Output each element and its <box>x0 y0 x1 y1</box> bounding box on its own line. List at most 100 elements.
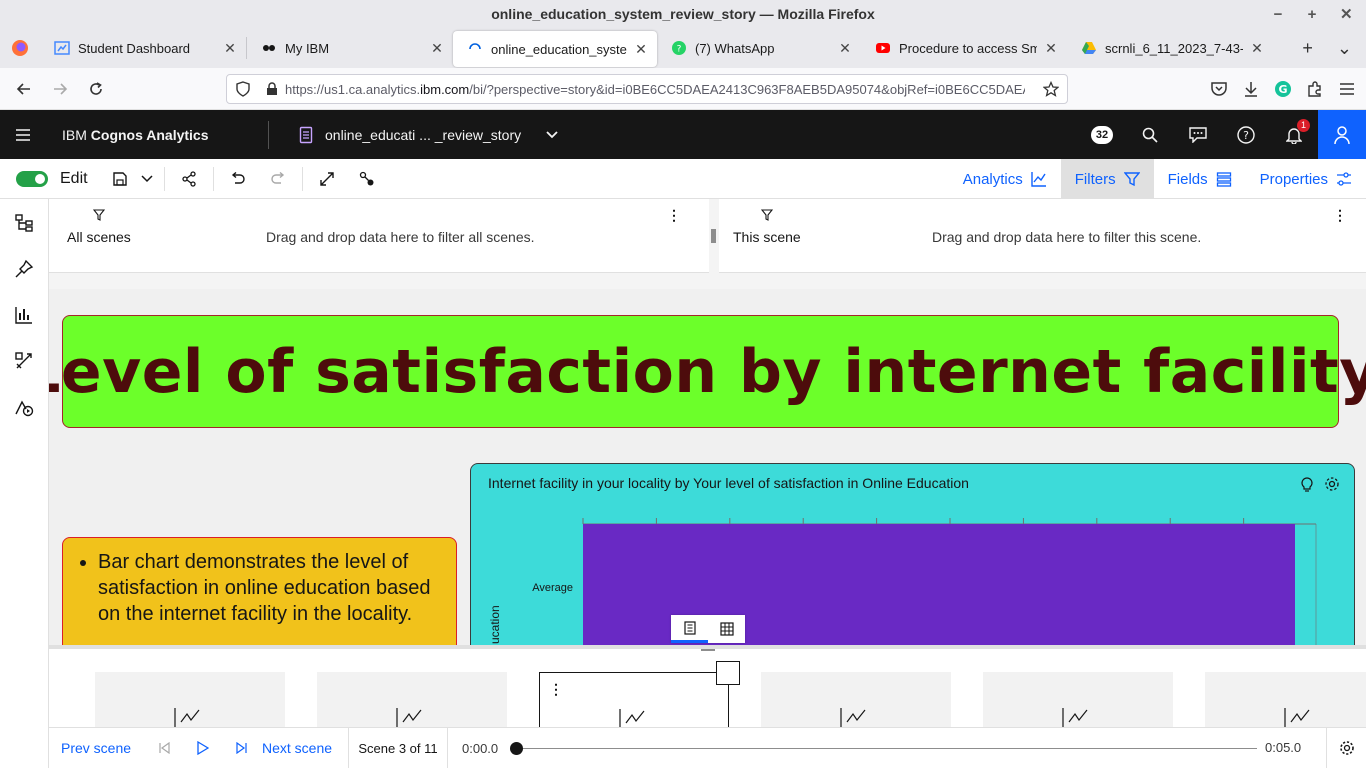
prev-scene-button[interactable]: Prev scene <box>49 740 144 756</box>
new-tab-button[interactable]: + <box>1302 38 1313 59</box>
expand-icon[interactable] <box>716 661 808 711</box>
search-button[interactable] <box>1126 110 1174 159</box>
tab-whatsapp[interactable]: ? (7) WhatsApp ✕ <box>657 28 861 68</box>
thumbnail-menu-icon[interactable]: ⋮ <box>549 681 563 698</box>
extensions-icon[interactable] <box>1306 80 1324 98</box>
hierarchy-icon[interactable] <box>14 213 34 233</box>
notifications-button[interactable]: 1 <box>1270 110 1318 159</box>
filters-tab[interactable]: Filters <box>1060 159 1154 199</box>
redo-button[interactable] <box>258 159 298 199</box>
scene-thumbnail[interactable] <box>95 672 285 727</box>
chevron-down-icon[interactable] <box>545 130 559 140</box>
close-tab-icon[interactable]: ✕ <box>429 40 445 57</box>
timeline-playhead[interactable] <box>510 742 523 755</box>
scene-thumbnail[interactable] <box>317 672 507 727</box>
tab-online-education-story[interactable]: online_education_system_r ✕ <box>453 31 657 67</box>
forward-button[interactable] <box>42 73 78 105</box>
filter-icon <box>1123 172 1140 187</box>
help-button[interactable]: ? <box>1222 110 1270 159</box>
navigation-path-button[interactable] <box>347 159 387 199</box>
maximize-button[interactable]: + <box>1306 6 1318 23</box>
lightbulb-icon[interactable] <box>1300 476 1314 492</box>
play-icon[interactable] <box>184 741 222 755</box>
user-profile-button[interactable] <box>1318 110 1366 159</box>
scene-thumbnail[interactable] <box>983 672 1173 727</box>
scene-thumbnail[interactable] <box>1205 672 1366 727</box>
grammarly-icon[interactable]: G <box>1274 80 1292 98</box>
pocket-icon[interactable] <box>1210 81 1228 97</box>
playback-bar: Prev scene Next scene Scene 3 of 11 0:00… <box>49 727 1366 768</box>
counter-button[interactable]: 32 <box>1078 110 1126 159</box>
overflow-menu-icon[interactable]: ⋮ <box>1333 207 1347 224</box>
gear-icon[interactable] <box>1339 740 1355 756</box>
properties-tab[interactable]: Properties <box>1246 159 1366 199</box>
visualizations-icon[interactable] <box>14 305 34 325</box>
strip-resize-handle[interactable] <box>701 649 715 651</box>
bookmark-star-icon[interactable] <box>1043 81 1059 97</box>
timeline-track[interactable] <box>517 748 1257 749</box>
scene-thumbnail[interactable]: ⋮ <box>539 661 808 727</box>
this-scene-filter-panel[interactable]: This scene Drag and drop data here to fi… <box>719 199 1366 273</box>
all-scenes-filter-panel[interactable]: All scenes Drag and drop data here to fi… <box>49 199 709 273</box>
expand-icon <box>319 171 334 186</box>
widgets-icon[interactable] <box>14 351 34 371</box>
list-all-tabs-button[interactable]: ⌄ <box>1337 38 1352 59</box>
tab-google-drive[interactable]: scrnli_6_11_2023_7-43-00 P ✕ <box>1067 28 1273 68</box>
back-button[interactable] <box>6 73 42 105</box>
overflow-menu-icon[interactable]: ⋮ <box>667 207 681 224</box>
tab-youtube-procedure[interactable]: Procedure to access Smart ✕ <box>861 28 1067 68</box>
scene-chart-icon <box>1284 708 1310 727</box>
fields-tab[interactable]: Fields <box>1154 159 1246 199</box>
share-button[interactable] <box>169 159 209 199</box>
skip-forward-icon[interactable] <box>222 742 262 754</box>
app-menu-icon[interactable] <box>1338 81 1356 97</box>
reload-button[interactable] <box>78 73 114 105</box>
browser-tab-bar: Student Dashboard ✕ My IBM ✕ online_educ… <box>0 28 1366 68</box>
pin-icon[interactable] <box>14 259 34 279</box>
product-brand: IBM Cognos Analytics <box>46 127 268 143</box>
edit-mode-toggle[interactable] <box>16 170 48 187</box>
next-scene-button[interactable]: Next scene <box>262 740 348 756</box>
document-switcher[interactable]: online_educati ... _review_story <box>269 126 559 144</box>
tab-my-ibm[interactable]: My IBM ✕ <box>247 28 453 68</box>
tab-label: Student Dashboard <box>78 40 191 56</box>
description-card[interactable]: Bar chart demonstrates the level of sati… <box>62 537 457 645</box>
fullscreen-button[interactable] <box>307 159 347 199</box>
save-options-button[interactable] <box>134 159 160 199</box>
scene-thumbnail[interactable] <box>761 672 951 727</box>
shield-icon[interactable] <box>227 81 259 97</box>
save-button[interactable] <box>106 159 134 199</box>
chat-button[interactable] <box>1174 110 1222 159</box>
minimize-button[interactable]: − <box>1272 6 1284 23</box>
undo-button[interactable] <box>218 159 258 199</box>
notebook-icon <box>683 620 696 635</box>
close-window-button[interactable]: ✕ <box>1340 5 1353 23</box>
firefox-logo-icon[interactable] <box>0 28 40 68</box>
settings-icon[interactable] <box>1324 476 1340 492</box>
close-tab-icon[interactable]: ✕ <box>222 40 238 57</box>
scene-title-card[interactable]: Level of satisfaction by internet facili… <box>49 315 1366 428</box>
redo-icon <box>270 171 284 184</box>
header-actions: 32 ? 1 <box>1078 110 1366 159</box>
downloads-icon[interactable] <box>1242 80 1260 98</box>
bar-chart-widget[interactable]: Average ucation Internet facility in your… <box>470 463 1355 645</box>
filter-panel-splitter[interactable] <box>709 199 719 273</box>
splitter-handle[interactable] <box>711 229 716 243</box>
analytics-tab[interactable]: Analytics <box>949 159 1061 199</box>
skip-back-icon[interactable] <box>144 742 184 754</box>
close-tab-icon[interactable]: ✕ <box>1249 40 1265 57</box>
close-tab-icon[interactable]: ✕ <box>837 40 853 57</box>
url-domain: ibm.com <box>420 81 470 97</box>
bottom-divider <box>447 728 448 768</box>
close-tab-icon[interactable]: ✕ <box>633 41 649 58</box>
this-scene-drop-hint: Drag and drop data here to filter this s… <box>932 229 1202 245</box>
table-view-button[interactable] <box>708 615 745 643</box>
close-tab-icon[interactable]: ✕ <box>1043 40 1059 57</box>
address-bar[interactable]: https://us1.ca.analytics.ibm.com/bi/?per… <box>226 74 1068 104</box>
chart-view-button[interactable] <box>671 615 708 643</box>
media-icon[interactable] <box>14 397 34 417</box>
chart-view-toggle <box>671 615 745 643</box>
hamburger-menu-icon[interactable] <box>0 128 46 142</box>
lock-icon[interactable] <box>259 82 285 96</box>
tab-student-dashboard[interactable]: Student Dashboard ✕ <box>40 28 246 68</box>
